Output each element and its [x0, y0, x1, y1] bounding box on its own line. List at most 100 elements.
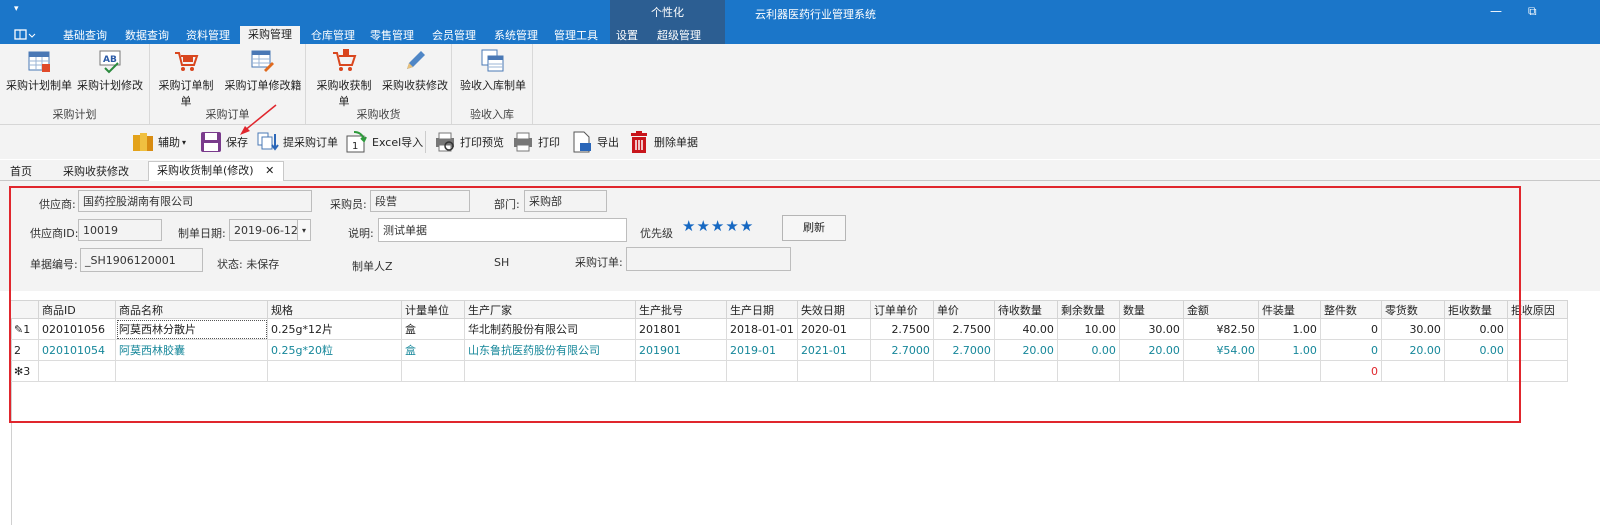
col-header[interactable]: 规格 [267, 300, 402, 319]
table-cell[interactable] [932, 360, 995, 382]
table-cell[interactable]: 0 [1319, 360, 1382, 382]
create-date-field[interactable]: 2019-06-12 ▾ [229, 219, 311, 241]
col-header[interactable]: 商品ID [38, 300, 116, 319]
supplier-id-field[interactable]: 10019 [78, 219, 162, 241]
tab-system-manage[interactable]: 系统管理 [489, 28, 543, 44]
table-cell[interactable] [1506, 318, 1568, 340]
supplier-field[interactable]: 国药控股湖南有限公司 [78, 190, 312, 212]
table-cell[interactable]: 0.00 [1443, 339, 1508, 361]
col-header[interactable]: 失效日期 [796, 300, 871, 319]
col-header[interactable]: 零货数 [1380, 300, 1445, 319]
tab-purchase-manage[interactable]: 采购管理 [240, 26, 300, 44]
table-cell[interactable] [1056, 360, 1120, 382]
table-cell[interactable]: 盒 [401, 339, 465, 361]
table-cell[interactable] [401, 360, 465, 382]
purchase-plan-edit-button[interactable]: AB 采购计划修改 [76, 48, 144, 93]
col-header[interactable]: 数量 [1118, 300, 1184, 319]
purchase-order-field[interactable] [626, 247, 791, 271]
purchase-receive-edit-button[interactable]: 采购收获修改 [382, 48, 448, 93]
table-cell[interactable]: 0.00 [1443, 318, 1508, 340]
star-icon[interactable]: ★ [682, 217, 696, 235]
table-cell[interactable]: ¥82.50 [1182, 318, 1259, 340]
table-cell[interactable]: 20.00 [993, 339, 1058, 361]
row-indicator[interactable]: 2 [10, 339, 39, 361]
doc-tab-receive-edit[interactable]: 采购收获修改 [55, 163, 137, 180]
restore-icon[interactable]: ⧉ [1528, 4, 1537, 19]
table-cell[interactable] [1118, 360, 1184, 382]
refresh-button[interactable]: 刷新 [782, 215, 846, 241]
table-cell[interactable] [38, 360, 116, 382]
close-icon[interactable]: ✕ [265, 164, 274, 177]
table-cell[interactable]: 020101056 [38, 318, 116, 340]
table-cell[interactable]: 0 [1319, 339, 1382, 361]
col-header[interactable]: 拒收数量 [1443, 300, 1508, 319]
purchase-order-create-button[interactable]: 采购订单制单 [154, 48, 218, 109]
note-field[interactable]: 测试单据 [378, 218, 627, 242]
table-cell[interactable]: 0 [1319, 318, 1382, 340]
col-header[interactable]: 待收数量 [993, 300, 1058, 319]
table-cell[interactable] [726, 360, 798, 382]
table-cell[interactable]: 20.00 [1118, 339, 1184, 361]
table-cell[interactable]: 10.00 [1056, 318, 1120, 340]
table-cell[interactable]: 2018-01-01 [726, 318, 798, 340]
table-cell[interactable]: 20.00 [1380, 339, 1445, 361]
table-cell[interactable]: 2.7000 [869, 339, 934, 361]
star-icon[interactable]: ★ [740, 217, 754, 235]
table-row[interactable]: ✻3 0 [10, 360, 1568, 382]
table-cell[interactable]: 阿莫西林分散片 [115, 318, 268, 340]
table-cell[interactable]: 201801 [635, 318, 727, 340]
col-header[interactable]: 整件数 [1319, 300, 1382, 319]
table-cell[interactable] [1182, 360, 1259, 382]
table-cell[interactable]: 020101054 [38, 339, 116, 361]
table-cell[interactable]: 2.7500 [869, 318, 934, 340]
tab-super-manage[interactable]: 超级管理 [652, 28, 706, 44]
buyer-field[interactable]: 段营 [370, 190, 470, 212]
doc-tab-home[interactable]: 首页 [2, 163, 40, 180]
col-header[interactable]: 生产日期 [726, 300, 798, 319]
table-cell[interactable]: 阿莫西林胶囊 [115, 339, 268, 361]
tab-retail-manage[interactable]: 零售管理 [365, 28, 419, 44]
tab-data-manage[interactable]: 资料管理 [181, 28, 235, 44]
department-field[interactable]: 采购部 [524, 190, 607, 212]
table-cell[interactable]: 2.7000 [932, 339, 995, 361]
date-dropdown-icon[interactable]: ▾ [297, 220, 310, 240]
table-cell[interactable]: 2.7500 [932, 318, 995, 340]
doc-tab-active[interactable]: 采购收货制单(修改) ✕ [148, 161, 284, 181]
table-cell[interactable] [1443, 360, 1508, 382]
table-row[interactable]: ✎1 020101056 阿莫西林分散片 0.25g*12片 盒 华北制药股份有… [10, 318, 1568, 340]
table-cell[interactable]: 华北制药股份有限公司 [464, 318, 636, 340]
table-cell[interactable]: 盒 [401, 318, 465, 340]
tab-tools[interactable]: 管理工具 [549, 28, 603, 44]
quick-access-icon[interactable]: ▾ [14, 4, 19, 14]
star-icon[interactable]: ★ [711, 217, 725, 235]
col-header[interactable]: 生产厂家 [464, 300, 636, 319]
tab-member-manage[interactable]: 会员管理 [427, 28, 481, 44]
delete-document-button[interactable]: 删除单据 [628, 129, 698, 155]
table-row[interactable]: 2 020101054 阿莫西林胶囊 0.25g*20粒 盒 山东鲁抗医药股份有… [10, 339, 1568, 361]
tab-basic-query[interactable]: 基础查询 [58, 28, 112, 44]
star-icon[interactable]: ★ [696, 217, 710, 235]
print-preview-button[interactable]: 打印预览 [434, 129, 504, 155]
minimize-icon[interactable]: — [1490, 4, 1502, 18]
document-number-field[interactable]: _SH1906120001 [80, 248, 203, 272]
table-cell[interactable]: 2019-01 [726, 339, 798, 361]
print-button[interactable]: 打印 [512, 129, 560, 155]
row-indicator[interactable]: ✻3 [10, 360, 39, 382]
table-cell[interactable] [1380, 360, 1445, 382]
table-cell[interactable]: 1.00 [1257, 339, 1321, 361]
table-cell[interactable] [869, 360, 934, 382]
col-header[interactable]: 计量单位 [401, 300, 465, 319]
tab-warehouse-manage[interactable]: 仓库管理 [306, 28, 360, 44]
table-cell[interactable] [1506, 360, 1568, 382]
table-cell[interactable] [464, 360, 636, 382]
col-header[interactable]: 件装量 [1257, 300, 1321, 319]
table-cell[interactable]: 山东鲁抗医药股份有限公司 [464, 339, 636, 361]
table-cell[interactable] [993, 360, 1058, 382]
excel-import-button[interactable]: 1 Excel导入 [346, 129, 423, 155]
table-cell[interactable] [796, 360, 871, 382]
col-header[interactable]: 订单单价 [869, 300, 934, 319]
table-cell[interactable]: 0.25g*20粒 [267, 339, 402, 361]
table-cell[interactable] [1257, 360, 1321, 382]
tab-settings[interactable]: 设置 [612, 28, 642, 44]
col-header[interactable]: 拒收原因 [1506, 300, 1568, 319]
